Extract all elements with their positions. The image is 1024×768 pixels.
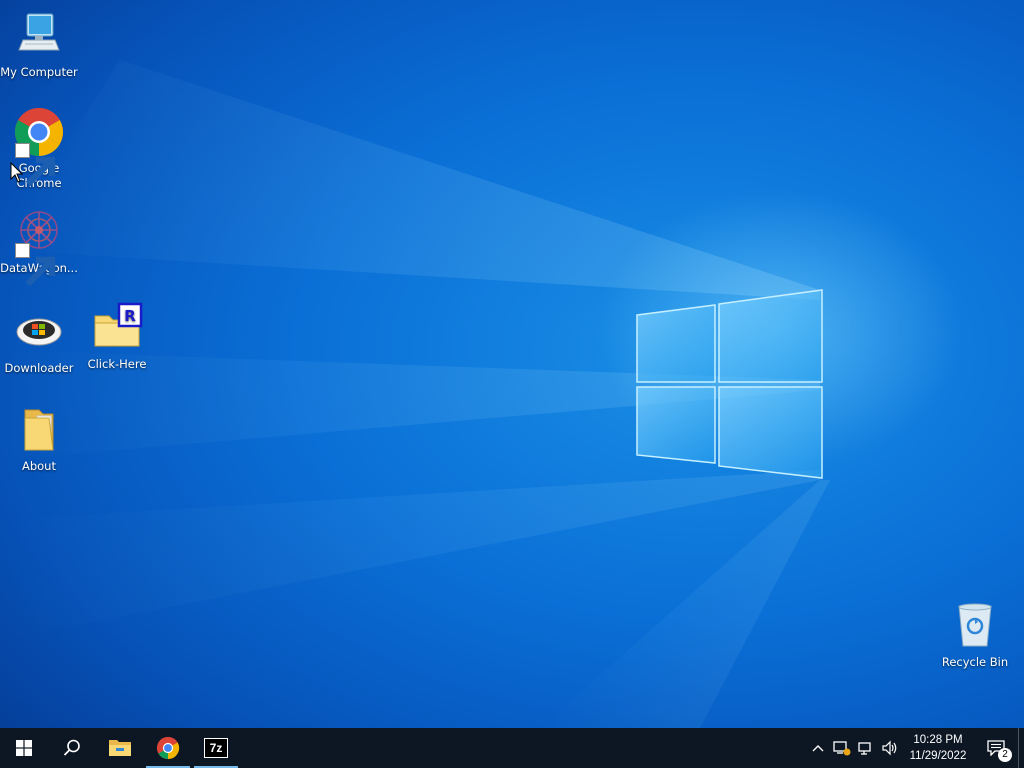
chrome-button[interactable] [144, 728, 192, 768]
desktop-icon-label: Recycle Bin [941, 655, 1009, 669]
network-alert-icon[interactable] [830, 728, 854, 768]
chevron-up-icon[interactable] [806, 728, 830, 768]
show-desktop-button[interactable] [1018, 728, 1024, 768]
computer-icon [13, 10, 65, 62]
desktop-icon-about[interactable]: About [0, 404, 78, 474]
desktop[interactable]: My Computer Google Chrome DataWagon... D… [0, 0, 1024, 728]
clock-date: 11/29/2022 [909, 750, 967, 762]
network-icon[interactable] [854, 728, 878, 768]
desktop-icon-click-here[interactable]: R Click-Here [78, 302, 156, 372]
desktop-icon-my-computer[interactable]: My Computer [0, 10, 78, 80]
7zip-icon: 7z [204, 738, 228, 758]
recycle-bin-icon [949, 600, 1001, 652]
start-button[interactable] [0, 728, 48, 768]
shortcut-arrow-icon [15, 143, 56, 187]
windows-logo-icon [16, 740, 32, 756]
notification-count-badge: 2 [998, 748, 1012, 762]
system-tray: 10:28 PM 11/29/2022 2 [806, 728, 1024, 768]
mouse-cursor-icon [10, 162, 24, 183]
desktop-icon-label: My Computer [0, 65, 78, 79]
desktop-icon-label: Downloader [4, 361, 74, 375]
chrome-icon [156, 736, 180, 760]
chrome-icon [13, 106, 65, 187]
downloader-icon [13, 306, 65, 358]
search-button[interactable] [48, 728, 96, 768]
volume-icon[interactable] [878, 728, 902, 768]
clock[interactable]: 10:28 PM 11/29/2022 [902, 732, 974, 764]
taskbar: 7z 10:28 PM 11/29/2022 2 [0, 728, 1024, 768]
desktop-icon-downloader[interactable]: Downloader [0, 306, 78, 376]
search-icon [63, 739, 80, 756]
shortcut-arrow-icon [15, 243, 56, 287]
svg-text:R: R [124, 307, 136, 325]
folder-icon [13, 404, 65, 456]
7zip-button[interactable]: 7z [192, 728, 240, 768]
action-center-button[interactable]: 2 [974, 728, 1018, 768]
datawagon-icon [13, 206, 65, 287]
desktop-icon-label: About [21, 459, 56, 473]
clock-time: 10:28 PM [913, 734, 963, 746]
desktop-icon-label: Click-Here [87, 357, 147, 371]
file-explorer-button[interactable] [96, 728, 144, 768]
folder-r-icon: R [91, 302, 143, 354]
desktop-icon-datawagon[interactable]: DataWagon... [0, 206, 78, 287]
desktop-icon-recycle-bin[interactable]: Recycle Bin [936, 600, 1014, 670]
folder-icon [109, 740, 131, 756]
wallpaper-windows-logo [636, 289, 823, 479]
